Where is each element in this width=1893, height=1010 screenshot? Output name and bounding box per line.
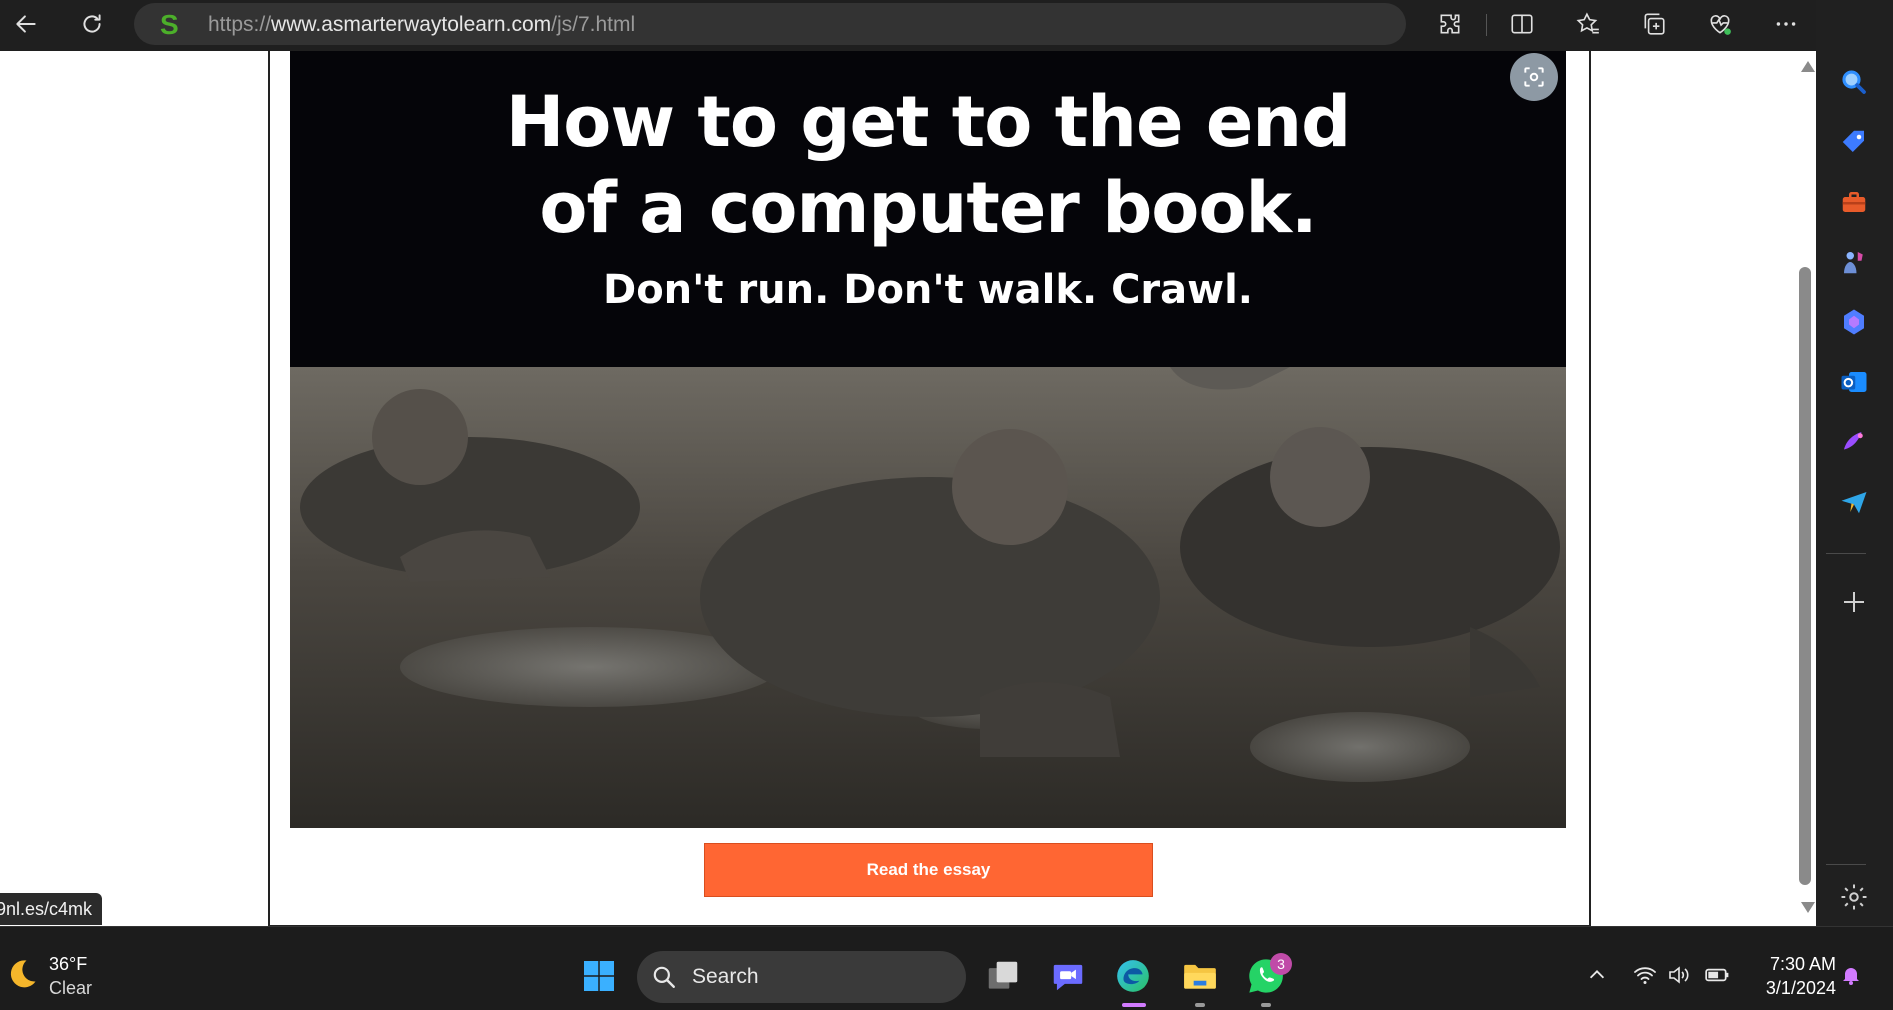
more-button[interactable] [1766,6,1806,42]
scroll-thumb[interactable] [1799,267,1811,885]
back-icon [16,15,36,33]
clock-date[interactable]: 3/1/2024 [1752,978,1836,999]
add-icon [1844,592,1864,612]
teams-chat-button[interactable] [1045,953,1091,999]
url-host: www.asmarterwaytolearn.com [271,13,552,36]
promo-subheadline: Don't run. Don't walk. Crawl. [602,267,1254,313]
promo-header-area: How to get to the end of a computer book… [290,51,1566,367]
explorer-running-indicator [1195,1003,1205,1007]
more-icon [1776,22,1796,26]
edge-taskbar-button[interactable] [1110,953,1156,999]
scroll-down-arrow[interactable] [1801,902,1815,913]
promo-banner[interactable]: How to get to the end of a computer book… [290,51,1566,828]
taskbar-search-icon [653,966,675,988]
browser-essentials-icon [1710,15,1731,35]
notification-bell-icon [1843,968,1859,985]
toolbar-divider [1486,14,1487,36]
teams-chat-icon [1053,964,1083,991]
read-essay-button[interactable]: Read the essay [704,843,1153,897]
refresh-button[interactable] [72,6,112,42]
sidebar-designer-button[interactable] [1834,422,1874,462]
browser-toolbar: S https://www.asmarterwaytolearn.com/js/… [0,0,1893,51]
refresh-icon [83,14,101,33]
tools-icon [1842,192,1866,212]
page-viewport: How to get to the end of a computer book… [0,51,1816,926]
outlook-icon [1841,372,1867,392]
sidebar-shopping-button[interactable] [1834,122,1874,162]
svg-text:S: S [160,9,179,39]
designer-icon [1844,432,1863,450]
taskbar-search-box[interactable] [637,951,966,1003]
link-status-url: 9nl.es/c4mk [0,893,103,925]
sidebar-settings-button[interactable] [1834,877,1874,917]
whatsapp-running-indicator [1261,1003,1271,1007]
telegram-icon [1841,492,1867,514]
sidebar-telegram-button[interactable] [1834,482,1874,522]
edge-browser-icon [1117,960,1149,992]
settings-icon [1841,884,1867,910]
address-bar[interactable]: S https://www.asmarterwaytolearn.com/js/… [134,3,1406,45]
sidebar-search-button[interactable] [1834,62,1874,102]
show-hidden-icons-button[interactable] [1582,960,1612,990]
chevron-up-icon [1589,970,1605,979]
url-text[interactable]: https://www.asmarterwaytolearn.com/js/7.… [208,13,635,37]
promo-headline-line2: of a computer book. [539,167,1317,249]
search-icon [1842,70,1866,94]
clock-time[interactable]: 7:30 AM [1762,954,1836,975]
split-screen-icon [1511,14,1533,34]
sidebar-divider-bottom [1826,864,1866,865]
url-path: /js/7.html [551,13,636,36]
wifi-button[interactable] [1630,960,1660,990]
copilot-icon [1844,309,1864,335]
weather-temperature[interactable]: 36°F [49,954,87,975]
browser-essentials-button[interactable] [1700,6,1740,42]
site-favicon: S [160,9,179,39]
extensions-button[interactable] [1430,6,1470,42]
edge-active-indicator [1122,1003,1146,1007]
start-button[interactable] [576,953,622,999]
sidebar-tools-button[interactable] [1834,182,1874,222]
back-button[interactable] [6,6,46,42]
wifi-icon [1634,967,1656,984]
file-explorer-icon [1184,964,1216,989]
sidebar-games-button[interactable] [1834,242,1874,282]
extensions-icon [1440,14,1460,34]
volume-icon [1669,966,1689,984]
favorites-button[interactable] [1568,6,1608,42]
whatsapp-unread-badge: 3 [1270,953,1292,975]
moon-weather-icon[interactable] [4,956,40,992]
sidebar-add-button[interactable] [1834,582,1874,622]
battery-icon [1705,968,1729,982]
split-screen-button[interactable] [1502,6,1542,42]
sidebar-copilot-button[interactable] [1834,302,1874,342]
scroll-up-arrow[interactable] [1801,61,1815,72]
sidebar-divider [1826,553,1866,554]
visual-search-button[interactable] [1510,53,1558,101]
edge-sidebar [1816,0,1893,926]
promo-headline-line1: How to get to the end [505,81,1352,163]
task-view-icon [988,961,1018,989]
taskbar-search-label[interactable]: Search [692,965,759,989]
mud-crawl-photo [290,367,1566,828]
collections-button[interactable] [1634,6,1674,42]
collections-icon [1644,13,1665,35]
notifications-button[interactable] [1836,960,1866,990]
url-protocol: https:// [208,13,272,36]
weather-condition[interactable]: Clear [49,978,92,999]
sidebar-outlook-button[interactable] [1834,362,1874,402]
shopping-tag-icon [1842,130,1864,152]
games-icon [1844,252,1863,274]
vertical-scrollbar[interactable] [1796,51,1816,926]
battery-button[interactable] [1702,960,1732,990]
file-explorer-button[interactable] [1177,953,1223,999]
volume-button[interactable] [1664,960,1694,990]
promo-headline: How to get to the end of a computer book… [290,79,1566,251]
task-view-button[interactable] [980,953,1026,999]
favorites-icon [1576,12,1599,34]
visual-search-icon [1524,67,1544,87]
windows-start-icon [584,961,614,991]
